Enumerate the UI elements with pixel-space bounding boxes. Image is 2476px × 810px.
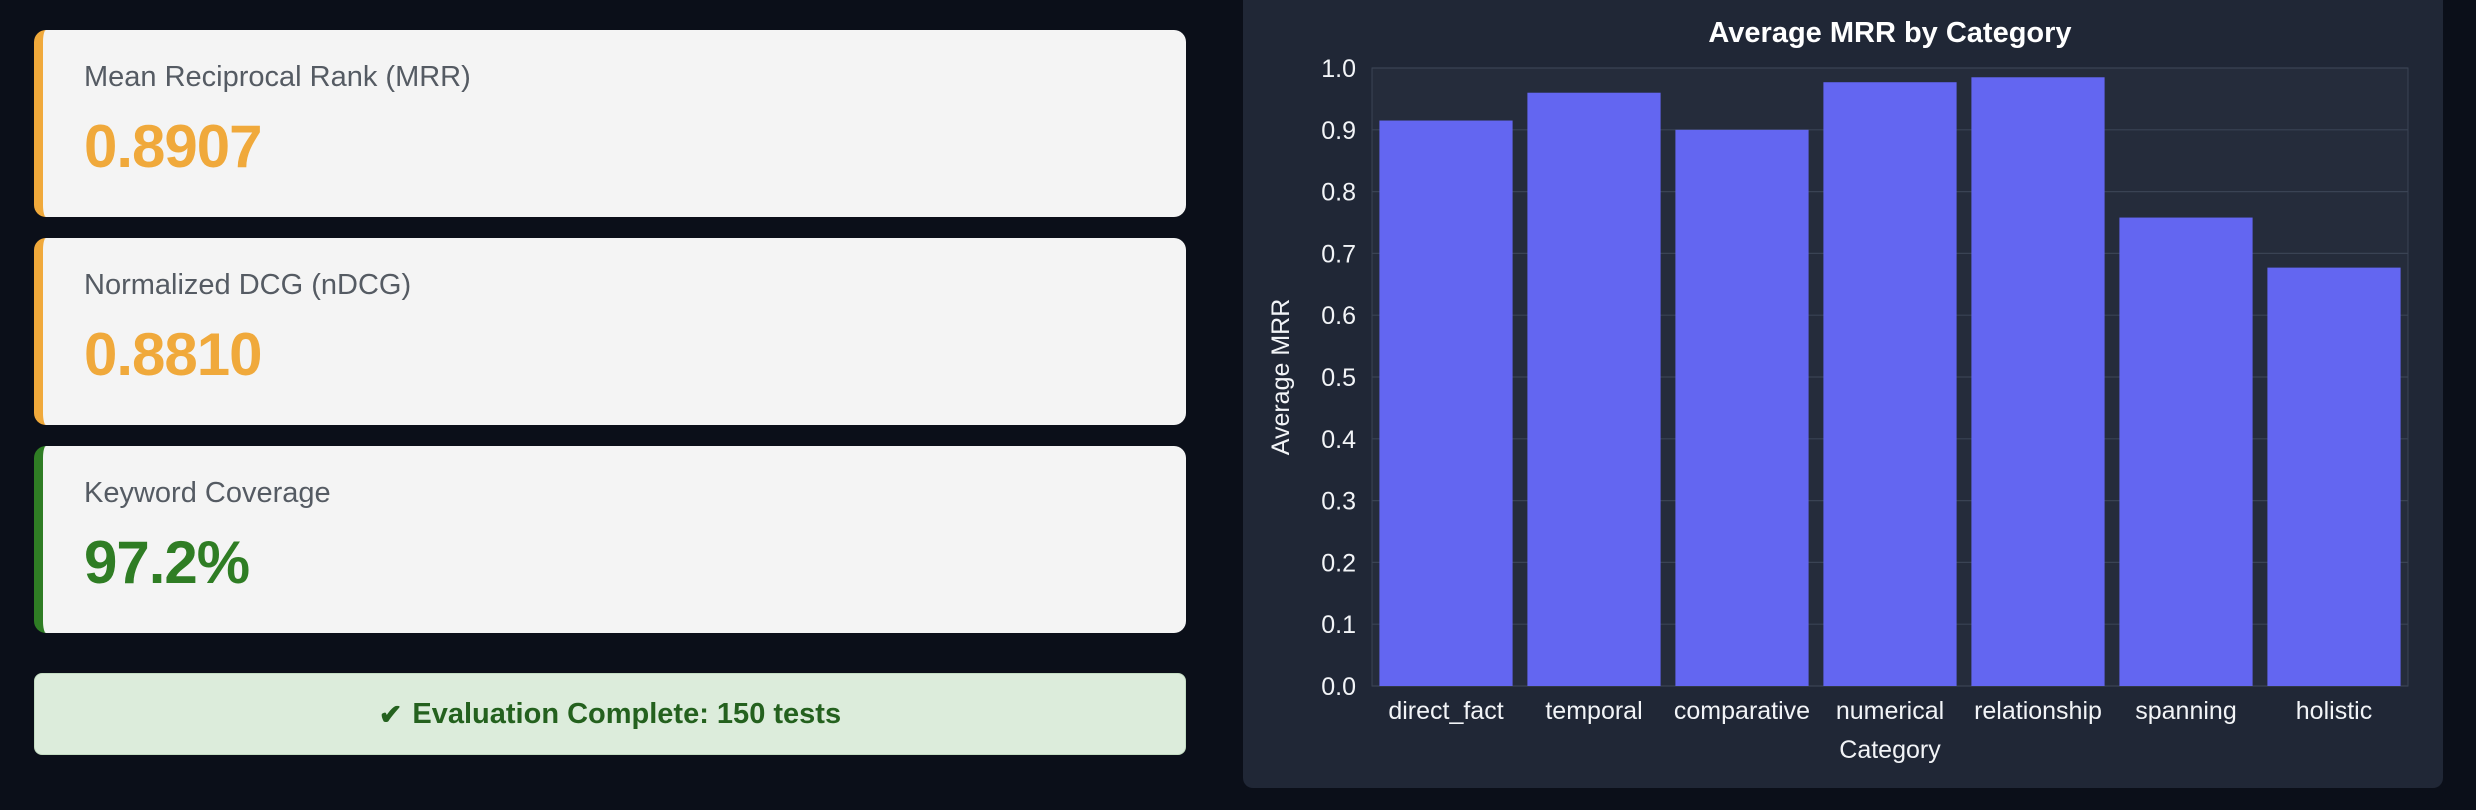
mrr-chart-panel: 0.0 0.1 0.2 0.3 0.4 0.5 0.6 0.7 0.8 0.9 1.0 direct_…: [1243, 0, 2443, 788]
mrr-label: Mean Reciprocal Rank (MRR): [84, 61, 471, 93]
ndcg-card: Normalized DCG (nDCG) 0.8810: [34, 238, 1186, 425]
mrr-value: 0.8907: [84, 113, 263, 180]
mrr-bar-chart: 0.0 0.1 0.2 0.3 0.4 0.5 0.6 0.7 0.8 0.9 1.0 direct_…: [1267, 17, 2409, 764]
y-tick-label: 1.0: [1321, 55, 1356, 83]
y-tick-label: 0.7: [1321, 240, 1356, 268]
bar-numerical: [1823, 82, 1957, 687]
bar-direct_fact: [1379, 120, 1513, 686]
check-icon: ✔: [378, 698, 403, 730]
bar-temporal: [1527, 92, 1661, 687]
keyword-coverage-card: Keyword Coverage 97.2%: [34, 446, 1186, 633]
y-tick-label: 0.1: [1321, 611, 1356, 639]
x-tick-label: direct_fact: [1388, 697, 1503, 725]
y-tick-label: 0.2: [1321, 549, 1356, 577]
x-tick-label: holistic: [2296, 697, 2372, 725]
bar-comparative: [1675, 129, 1809, 687]
keyword-coverage-label: Keyword Coverage: [84, 477, 331, 509]
y-tick-label: 0.0: [1321, 673, 1356, 701]
bar-spanning: [2119, 217, 2253, 686]
ndcg-label: Normalized DCG (nDCG): [84, 269, 412, 301]
evaluation-status-text: Evaluation Complete: 150 tests: [412, 697, 842, 730]
bar-holistic: [2267, 267, 2401, 686]
y-tick-label: 0.4: [1321, 426, 1356, 454]
x-tick-label: numerical: [1836, 697, 1944, 725]
y-tick-label: 0.9: [1321, 117, 1356, 145]
x-tick-label: comparative: [1674, 697, 1810, 725]
chart-title: Average MRR by Category: [1708, 17, 2071, 49]
bar-relationship: [1971, 77, 2105, 686]
y-tick-label: 0.3: [1321, 488, 1356, 516]
x-tick-label: spanning: [2135, 697, 2236, 725]
mrr-card: Mean Reciprocal Rank (MRR) 0.8907: [34, 30, 1186, 217]
y-tick-label: 0.5: [1321, 364, 1356, 392]
x-axis-label: Category: [1839, 736, 1941, 764]
keyword-coverage-value: 97.2%: [84, 529, 250, 596]
y-tick-label: 0.6: [1321, 302, 1356, 330]
evaluation-status-banner: ✔ Evaluation Complete: 150 tests: [34, 673, 1186, 755]
ndcg-value: 0.8810: [84, 321, 263, 388]
x-tick-label: relationship: [1974, 697, 2102, 725]
y-tick-label: 0.8: [1321, 179, 1356, 207]
y-axis-label: Average MRR: [1267, 299, 1295, 456]
x-tick-label: temporal: [1545, 697, 1642, 725]
